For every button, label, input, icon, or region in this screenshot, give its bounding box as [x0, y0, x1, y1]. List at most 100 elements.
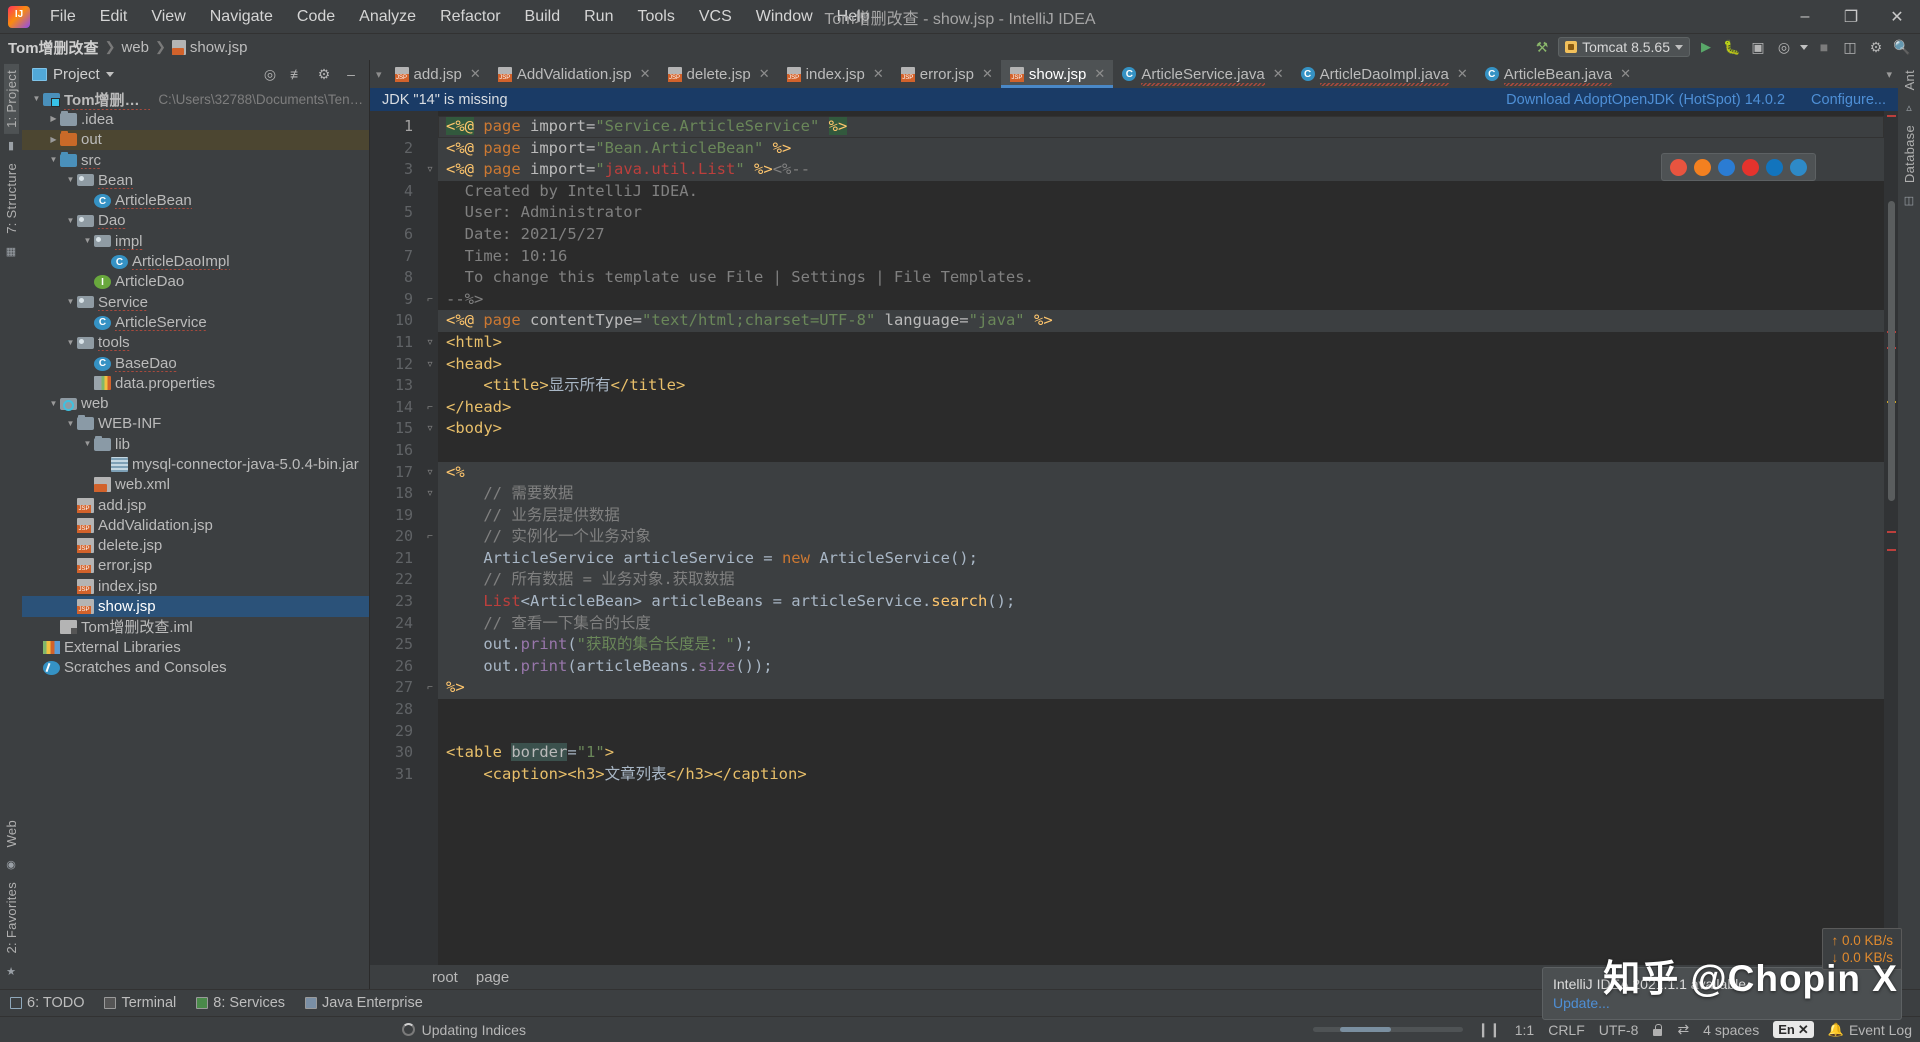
code-line[interactable]: Time: 10:16	[438, 246, 1884, 268]
opera-browser-icon[interactable]	[1718, 159, 1735, 176]
menu-run[interactable]: Run	[572, 3, 625, 31]
editor-tab-delete-jsp[interactable]: JSPdelete.jsp✕	[659, 60, 778, 88]
tree-node[interactable]: ▶.idea	[22, 109, 369, 129]
close-icon[interactable]: ✕	[1457, 66, 1468, 82]
tree-node[interactable]: ▼tools	[22, 333, 369, 353]
code-line[interactable]: ArticleService articleService = new Arti…	[438, 548, 1884, 570]
debug-icon[interactable]: 🐛	[1722, 37, 1742, 57]
tab-overflow-button[interactable]: ▾	[370, 60, 386, 88]
error-marker[interactable]	[1887, 549, 1896, 551]
close-icon[interactable]: ✕	[982, 66, 993, 82]
close-icon[interactable]: ✕	[1620, 66, 1631, 82]
menu-help[interactable]: Help	[825, 3, 882, 31]
chevron-down-icon[interactable]	[1800, 45, 1808, 50]
menu-navigate[interactable]: Navigate	[198, 3, 285, 31]
tool-window-structure[interactable]: 7: Structure	[4, 157, 19, 240]
code-line[interactable]: Created by IntelliJ IDEA.	[438, 181, 1884, 203]
code-line[interactable]: --%>	[438, 289, 1884, 311]
fold-toggle-icon[interactable]: ⌐	[422, 526, 438, 548]
tree-node[interactable]: ▼lib	[22, 434, 369, 454]
tree-node[interactable]: Tom增删改查.iml	[22, 617, 369, 637]
close-button[interactable]: ✕	[1874, 0, 1920, 34]
indent-setting[interactable]: 4 spaces	[1703, 1022, 1759, 1038]
chevron-down-icon[interactable]: ▾	[1886, 68, 1892, 81]
tree-node[interactable]: show.jsp	[22, 596, 369, 616]
breadcrumb-file[interactable]: show.jsp	[190, 39, 248, 56]
code-line[interactable]	[438, 721, 1884, 743]
run-configuration-selector[interactable]: Tomcat 8.5.65	[1558, 37, 1690, 57]
chevron-down-icon[interactable]: ▼	[81, 231, 94, 251]
line-separator[interactable]: CRLF	[1548, 1022, 1585, 1038]
minimize-button[interactable]: –	[1782, 0, 1828, 34]
safari-browser-icon[interactable]	[1742, 159, 1759, 176]
editor-tab-error-jsp[interactable]: JSPerror.jsp✕	[892, 60, 1001, 88]
tool-button-todo[interactable]: 6: TODO	[10, 995, 84, 1011]
run-icon[interactable]: ▶	[1696, 37, 1716, 57]
error-marker[interactable]	[1887, 115, 1896, 117]
code-line[interactable]: Date: 2021/5/27	[438, 224, 1884, 246]
ie-browser-icon[interactable]	[1790, 159, 1807, 176]
code-line[interactable]	[438, 699, 1884, 721]
editor-tab-show-jsp[interactable]: JSPshow.jsp✕	[1001, 60, 1113, 88]
tool-window-project[interactable]: 1: Project	[4, 64, 19, 134]
code-line[interactable]: out.print(articleBeans.size());	[438, 656, 1884, 678]
code-line[interactable]: // 实例化一个业务对象	[438, 526, 1884, 548]
code-line[interactable]: // 查看一下集合的长度	[438, 613, 1884, 635]
tree-node[interactable]: error.jsp	[22, 556, 369, 576]
code-line[interactable]: out.print("获取的集合长度是：");	[438, 634, 1884, 656]
menu-code[interactable]: Code	[285, 3, 347, 31]
code-line[interactable]: <title>显示所有</title>	[438, 375, 1884, 397]
code-line[interactable]: <body>	[438, 418, 1884, 440]
code-line[interactable]: </head>	[438, 397, 1884, 419]
fold-toggle-icon[interactable]: ▿	[422, 418, 438, 440]
code-line[interactable]: <%@ page contentType="text/html;charset=…	[438, 310, 1884, 332]
tree-node[interactable]: CArticleService	[22, 312, 369, 332]
close-icon[interactable]: ✕	[640, 66, 651, 82]
tree-node[interactable]: index.jsp	[22, 576, 369, 596]
editor-tab-index-jsp[interactable]: JSPindex.jsp✕	[778, 60, 892, 88]
code-line[interactable]: User: Administrator	[438, 202, 1884, 224]
menu-view[interactable]: View	[139, 3, 197, 31]
hide-icon[interactable]: –	[343, 66, 359, 82]
edge-browser-icon[interactable]	[1766, 159, 1783, 176]
firefox-browser-icon[interactable]	[1694, 159, 1711, 176]
tree-node[interactable]: AddValidation.jsp	[22, 515, 369, 535]
chevron-down-icon[interactable]: ▼	[81, 434, 94, 454]
tool-button-java-enterprise[interactable]: Java Enterprise	[305, 995, 423, 1011]
chevron-down-icon[interactable]: ▼	[47, 394, 60, 414]
chevron-down-icon[interactable]: ▼	[47, 150, 60, 170]
code-line[interactable]: <head>	[438, 354, 1884, 376]
tree-node[interactable]: ▼WEB-INF	[22, 414, 369, 434]
project-tree[interactable]: ▼Tom增删改查C:\Users\32788\Documents\Tencent…	[22, 88, 369, 989]
tool-button-terminal[interactable]: Terminal	[104, 995, 176, 1011]
error-marker-bar[interactable]	[1884, 111, 1898, 965]
input-language-badge[interactable]: En ✕	[1773, 1021, 1814, 1038]
code-line[interactable]: List<ArticleBean> articleBeans = article…	[438, 591, 1884, 613]
editor-tab-articledaoimpl-java[interactable]: CArticleDaoImpl.java✕	[1292, 60, 1476, 88]
settings-icon[interactable]: ⚙	[1866, 37, 1886, 57]
source-code[interactable]: <%@ page import="Service.ArticleService"…	[438, 111, 1884, 965]
tree-node[interactable]: ▼Dao	[22, 211, 369, 231]
file-encoding[interactable]: UTF-8	[1599, 1022, 1639, 1038]
tool-window-ant[interactable]: Ant	[1902, 64, 1917, 96]
chevron-down-icon[interactable]	[106, 72, 114, 77]
chevron-down-icon[interactable]: ▼	[64, 333, 77, 353]
breadcrumb-project[interactable]: Tom增删改查	[8, 37, 99, 58]
close-icon[interactable]: ✕	[1094, 66, 1105, 82]
star-icon[interactable]: ★	[6, 965, 16, 978]
code-line[interactable]	[438, 440, 1884, 462]
run-coverage-icon[interactable]: ▣	[1748, 37, 1768, 57]
tree-node[interactable]: mysql-connector-java-5.0.4-bin.jar	[22, 454, 369, 474]
menu-refactor[interactable]: Refactor	[428, 3, 512, 31]
settings-icon[interactable]: ⚙	[316, 66, 332, 83]
chevron-down-icon[interactable]: ▼	[30, 89, 43, 109]
folder-icon[interactable]: ▮	[8, 139, 14, 152]
close-icon[interactable]: ✕	[1798, 1022, 1809, 1038]
tool-window-web[interactable]: Web	[4, 814, 19, 853]
caret-position[interactable]: 1:1	[1515, 1022, 1534, 1038]
fold-toggle-icon[interactable]: ⌐	[422, 397, 438, 419]
tree-node[interactable]: IArticleDao	[22, 272, 369, 292]
layout-icon[interactable]: ◫	[1840, 37, 1860, 57]
code-line[interactable]: // 业务层提供数据	[438, 505, 1884, 527]
error-marker[interactable]	[1887, 531, 1896, 533]
